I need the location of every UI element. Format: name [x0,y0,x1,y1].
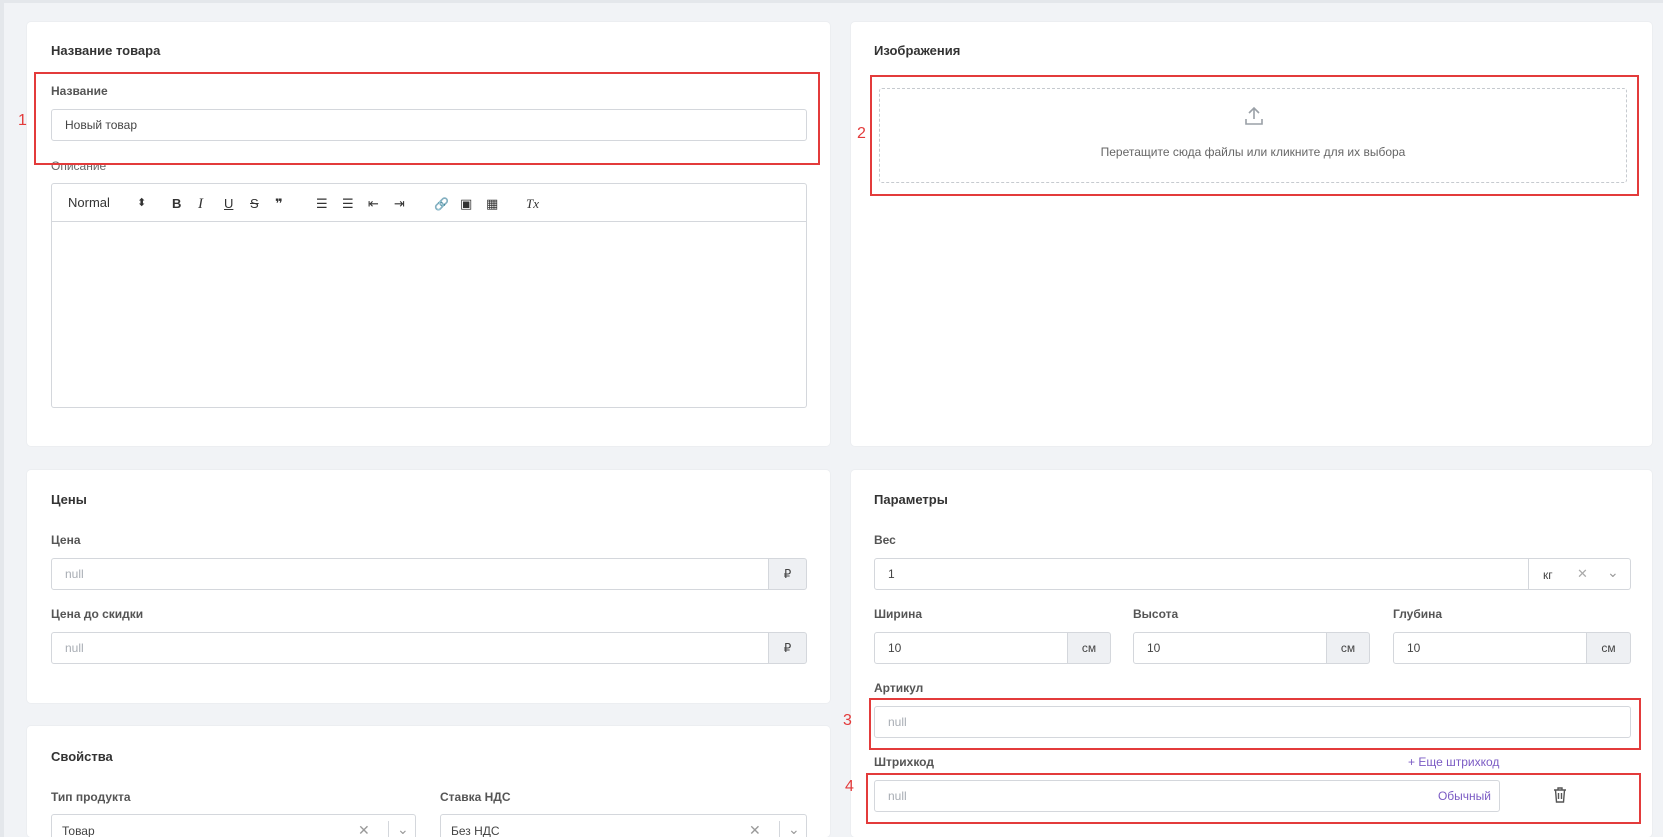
product-type-select[interactable]: Товар ✕ ⌄ [51,814,416,837]
annotation-box-1 [34,72,820,165]
prices-card: Цены Цена null ₽ Цена до скидки null ₽ [27,470,830,703]
barcode-label: Штрихкод [874,755,934,769]
product-name-title: Название товара [51,43,161,58]
depth-input[interactable]: 10 [1393,632,1587,664]
annotation-number-2: 2 [857,125,866,142]
product-type-chevron-icon[interactable]: ⌄ [388,821,409,837]
format-select-arrows-icon[interactable]: ⬍ [137,195,146,211]
price-input[interactable]: null [51,558,769,590]
annotation-number-4: 4 [845,778,854,795]
bold-icon[interactable]: B [172,196,181,212]
video-icon[interactable]: ▦ [486,196,498,212]
top-edge [0,0,1663,3]
annotation-box-3 [869,698,1641,750]
weight-unit-select[interactable]: кг ✕ ⌄ [1528,558,1631,590]
product-type-clear-icon[interactable]: ✕ [358,822,370,837]
add-barcode-link[interactable]: + Еще штрихкод [1408,755,1499,769]
bullet-list-icon[interactable]: ☰ [342,196,354,212]
annotation-number-1: 1 [18,112,27,129]
annotation-number-3: 3 [843,712,852,729]
clear-format-icon[interactable]: Tx [526,196,539,212]
vat-label: Ставка НДС [440,790,511,804]
height-unit: см [1326,632,1370,664]
article-label: Артикул [874,681,924,695]
editor-toolbar: Normal ⬍ B I U S ❞ ☰ ☰ ⇤ ⇥ 🔗 ▣ ▦ Tx [51,183,807,222]
old-price-label: Цена до скидки [51,607,144,621]
prices-title: Цены [51,492,87,507]
description-editor[interactable] [51,222,807,408]
annotation-box-4 [866,773,1641,824]
price-currency: ₽ [768,558,807,590]
vat-value: Без НДС [451,824,500,837]
format-select[interactable]: Normal [68,195,110,211]
properties-card: Свойства Тип продукта Товар ✕ ⌄ Ставка Н… [27,726,830,837]
indent-icon[interactable]: ⇥ [394,196,405,212]
left-edge [0,0,4,837]
vat-chevron-icon[interactable]: ⌄ [779,821,800,837]
old-price-currency: ₽ [768,632,807,664]
depth-label: Глубина [1393,607,1443,621]
properties-title: Свойства [51,749,113,764]
underline-icon[interactable]: U [224,196,233,212]
old-price-input[interactable]: null [51,632,769,664]
product-type-label: Тип продукта [51,790,131,804]
width-unit: см [1067,632,1111,664]
parameters-title: Параметры [874,492,948,507]
weight-input[interactable]: 1 [874,558,1529,590]
italic-icon[interactable]: I [198,196,203,212]
height-input[interactable]: 10 [1133,632,1327,664]
depth-unit: см [1586,632,1631,664]
weight-unit-value: кг [1543,568,1553,582]
weight-unit-clear-icon[interactable]: ✕ [1577,566,1588,582]
annotation-box-2 [870,75,1639,196]
height-label: Высота [1133,607,1179,621]
link-icon[interactable]: 🔗 [434,196,449,212]
quote-icon[interactable]: ❞ [275,196,283,212]
weight-unit-chevron-icon[interactable]: ⌄ [1607,564,1619,581]
product-type-value: Товар [62,824,95,837]
price-label: Цена [51,533,81,547]
weight-label: Вес [874,533,896,547]
width-input[interactable]: 10 [874,632,1068,664]
vat-select[interactable]: Без НДС ✕ ⌄ [440,814,807,837]
strike-icon[interactable]: S [250,196,259,212]
images-title: Изображения [874,43,961,58]
ordered-list-icon[interactable]: ☰ [316,196,328,212]
width-label: Ширина [874,607,923,621]
vat-clear-icon[interactable]: ✕ [749,822,761,837]
image-icon[interactable]: ▣ [460,196,472,212]
outdent-icon[interactable]: ⇤ [368,196,379,212]
